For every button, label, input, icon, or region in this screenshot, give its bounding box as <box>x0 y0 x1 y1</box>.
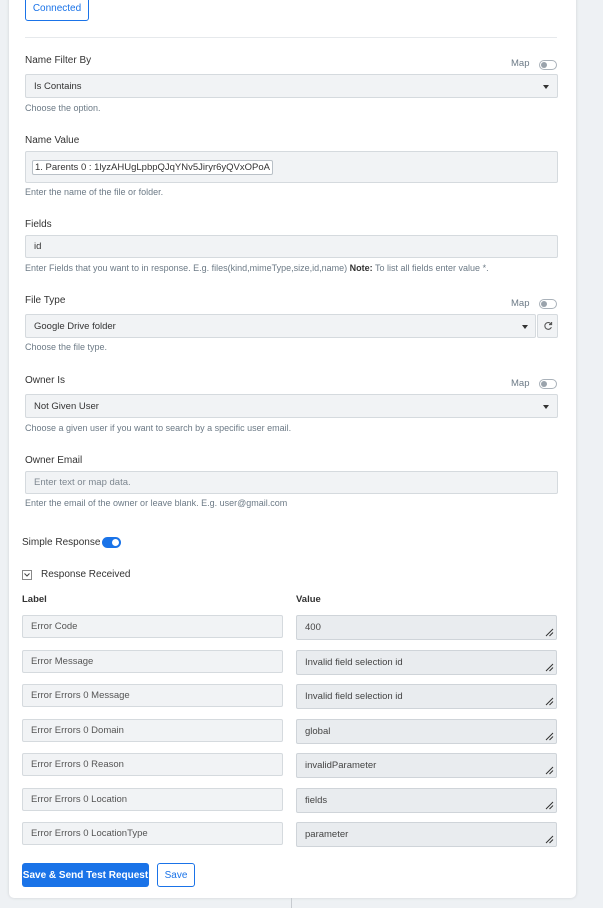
response-row-value: parameter <box>305 829 349 840</box>
response-row-label: Error Code <box>31 621 78 632</box>
response-row-value-input[interactable]: global <box>296 719 557 744</box>
response-row-label: Error Errors 0 LocationType <box>31 828 148 839</box>
fields-note-label: Note: <box>349 263 373 273</box>
fields-note-text: To list all fields enter value *. <box>375 263 489 273</box>
resize-grip-icon[interactable] <box>545 835 554 844</box>
owner-email-input[interactable]: Enter text or map data. <box>25 471 558 494</box>
fields-value: id <box>34 241 42 252</box>
response-row-value-input[interactable]: 400 <box>296 615 557 640</box>
chevron-down-icon <box>24 573 30 577</box>
name-filter-label: Name Filter By <box>25 55 92 66</box>
file-type-select[interactable]: Google Drive folder <box>25 314 536 338</box>
owner-is-map-toggle[interactable] <box>539 379 557 389</box>
file-type-value: Google Drive folder <box>34 320 116 332</box>
file-type-map-label: Map <box>511 298 530 309</box>
fields-help: Enter Fields that you want to in respons… <box>25 263 489 273</box>
response-row-value-input[interactable]: fields <box>296 788 557 813</box>
response-row-label-input[interactable]: Error Code <box>22 615 283 638</box>
name-filter-select[interactable]: Is Contains <box>25 74 558 98</box>
simple-response-toggle[interactable] <box>102 537 121 548</box>
owner-is-value: Not Given User <box>34 400 99 412</box>
resize-grip-icon[interactable] <box>545 732 554 741</box>
resize-grip-icon[interactable] <box>545 663 554 672</box>
background-divider <box>291 898 292 908</box>
owner-email-label: Owner Email <box>25 455 83 466</box>
simple-response-label: Simple Response <box>22 537 101 548</box>
owner-email-placeholder: Enter text or map data. <box>34 477 131 488</box>
resize-grip-icon[interactable] <box>545 628 554 637</box>
name-value-input[interactable]: 1. Parents 0 : 1lyzAHUgLpbpQJqYNv5Jiryr6… <box>25 151 558 183</box>
response-row-label-input[interactable]: Error Errors 0 Message <box>22 684 283 707</box>
response-row-label: Error Message <box>31 656 94 667</box>
response-collapse-toggle[interactable] <box>22 570 32 580</box>
connected-label: Connected <box>32 3 82 14</box>
owner-email-help: Enter the email of the owner or leave bl… <box>25 498 288 508</box>
response-row-value: Invalid field selection id <box>305 691 403 702</box>
connected-button[interactable]: Connected <box>25 0 89 21</box>
response-row-label: Error Errors 0 Message <box>31 690 130 701</box>
fields-help-text: Enter Fields that you want to in respons… <box>25 263 348 273</box>
name-value-help: Enter the name of the file or folder. <box>25 187 164 197</box>
name-filter-map-label: Map <box>511 58 530 69</box>
owner-is-map-label: Map <box>511 378 530 389</box>
response-row-label-input[interactable]: Error Errors 0 Reason <box>22 753 283 776</box>
caret-down-icon <box>522 325 528 329</box>
response-row-label-input[interactable]: Error Errors 0 Domain <box>22 719 283 742</box>
response-row-label-input[interactable]: Error Errors 0 Location <box>22 788 283 811</box>
label-column-header: Label <box>22 594 47 605</box>
save-button[interactable]: Save <box>157 863 195 887</box>
response-row-label: Error Errors 0 Reason <box>31 759 124 770</box>
refresh-icon <box>543 321 552 330</box>
response-row-value-input[interactable]: invalidParameter <box>296 753 557 778</box>
resize-grip-icon[interactable] <box>545 697 554 706</box>
name-filter-value: Is Contains <box>34 80 82 92</box>
owner-is-select[interactable]: Not Given User <box>25 394 558 418</box>
response-row-value-input[interactable]: Invalid field selection id <box>296 684 557 709</box>
response-row-value: Invalid field selection id <box>305 657 403 668</box>
response-row-label-input[interactable]: Error Errors 0 LocationType <box>22 822 283 845</box>
name-value-label: Name Value <box>25 135 80 146</box>
name-value-chip[interactable]: 1. Parents 0 : 1lyzAHUgLpbpQJqYNv5Jiryr6… <box>32 159 273 175</box>
file-type-label: File Type <box>25 295 66 306</box>
response-received-label: Response Received <box>41 569 131 580</box>
name-filter-map-toggle[interactable] <box>539 60 557 70</box>
response-row-value: global <box>305 726 331 737</box>
caret-down-icon <box>543 405 549 409</box>
response-row-label: Error Errors 0 Location <box>31 794 128 805</box>
response-row-value: invalidParameter <box>305 760 377 771</box>
fields-label: Fields <box>25 219 52 230</box>
fields-input[interactable]: id <box>25 235 558 258</box>
response-row-label-input[interactable]: Error Message <box>22 650 283 673</box>
value-column-header: Value <box>296 594 321 605</box>
owner-is-help: Choose a given user if you want to searc… <box>25 423 292 433</box>
file-type-map-toggle[interactable] <box>539 299 557 309</box>
save-send-test-button[interactable]: Save & Send Test Request <box>22 863 149 887</box>
owner-is-label: Owner Is <box>25 375 66 386</box>
section-divider <box>25 37 557 38</box>
caret-down-icon <box>543 85 549 89</box>
save-send-test-label: Save & Send Test Request <box>22 869 149 881</box>
resize-grip-icon[interactable] <box>545 801 554 810</box>
response-row-value: 400 <box>305 622 321 633</box>
refresh-button[interactable] <box>537 314 558 338</box>
response-row-value: fields <box>305 795 328 806</box>
file-type-help: Choose the file type. <box>25 342 108 352</box>
response-row-label: Error Errors 0 Domain <box>31 725 124 736</box>
save-label: Save <box>164 869 188 881</box>
response-row-value-input[interactable]: parameter <box>296 822 557 847</box>
response-row-value-input[interactable]: Invalid field selection id <box>296 650 557 675</box>
resize-grip-icon[interactable] <box>545 766 554 775</box>
name-filter-help: Choose the option. <box>25 103 101 113</box>
